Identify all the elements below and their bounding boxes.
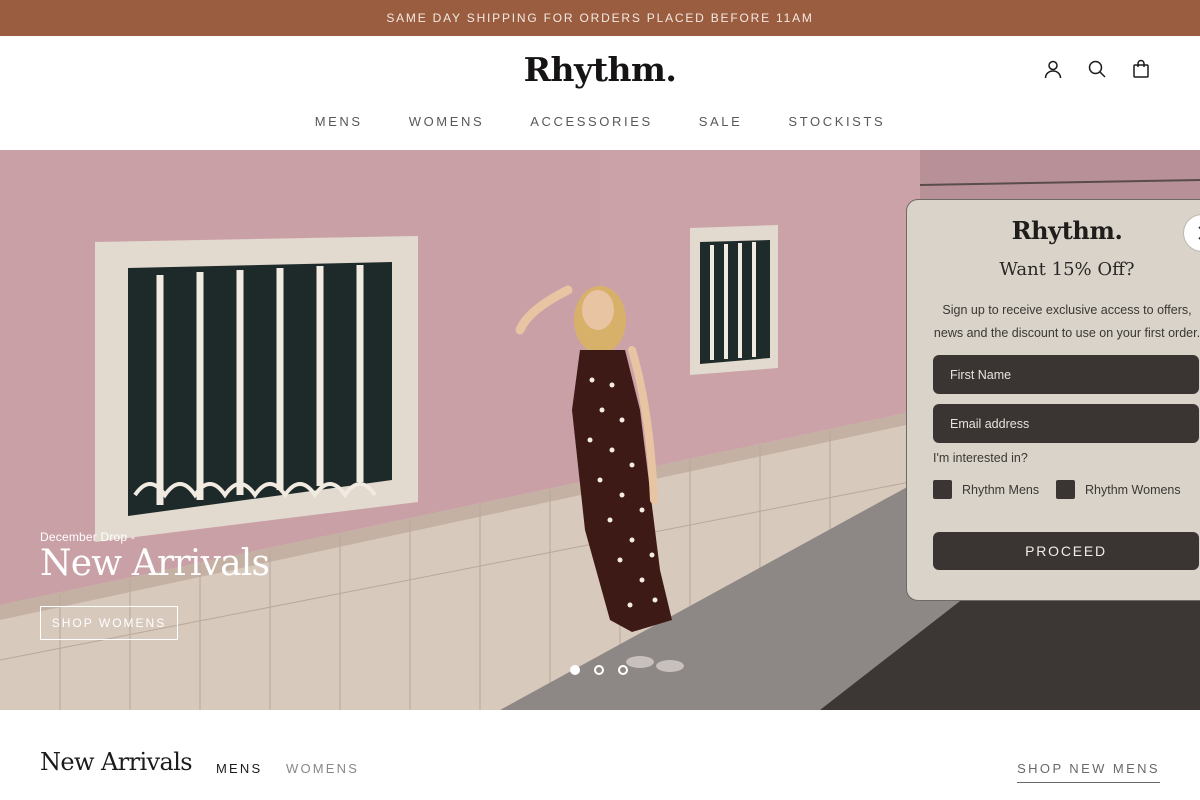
site-logo[interactable]: Rhythm. [0, 50, 1200, 89]
main-nav: MENS WOMENS ACCESSORIES SALE STOCKISTS [0, 114, 1200, 129]
shop-womens-button[interactable]: SHOP WOMENS [40, 606, 178, 640]
nav-item-sale[interactable]: SALE [699, 114, 743, 129]
nav-item-accessories[interactable]: ACCESSORIES [530, 114, 653, 129]
slide-dot-3[interactable] [618, 665, 628, 675]
tab-mens[interactable]: MENS [216, 761, 262, 776]
announcement-text: SAME DAY SHIPPING FOR ORDERS PLACED BEFO… [386, 11, 814, 25]
checkbox-label: Rhythm Mens [962, 482, 1040, 497]
section-title: New Arrivals [40, 748, 193, 776]
announcement-bar: SAME DAY SHIPPING FOR ORDERS PLACED BEFO… [0, 0, 1200, 36]
popup-heading: Want 15% Off? [999, 259, 1135, 280]
hero-subtitle: December Drop - [40, 530, 136, 544]
account-icon[interactable] [1042, 58, 1064, 80]
checkbox-rhythm-mens[interactable]: Rhythm Mens [933, 480, 1039, 499]
bag-icon[interactable] [1130, 58, 1152, 80]
signup-popup: Rhythm. Want 15% Off? Sign up to receive… [906, 199, 1200, 601]
new-arrivals-section: New Arrivals MENS WOMENS SHOP NEW MENS [0, 710, 1200, 800]
email-field[interactable]: Email address [933, 404, 1199, 443]
slide-dot-2[interactable] [594, 665, 604, 675]
slider-dots [570, 665, 628, 675]
shop-new-mens-link[interactable]: SHOP NEW MENS [1017, 761, 1160, 783]
search-icon[interactable] [1086, 58, 1108, 80]
tab-womens[interactable]: WOMENS [286, 761, 359, 776]
popup-description: Sign up to receive exclusive access to o… [933, 303, 1200, 340]
checkbox-box[interactable] [1056, 480, 1075, 499]
checkbox-rhythm-womens[interactable]: Rhythm Womens [1056, 480, 1181, 499]
site-header: Rhythm. MENS WOMENS ACCESSORIES SALE STO… [0, 36, 1200, 150]
nav-item-womens[interactable]: WOMENS [409, 114, 485, 129]
nav-item-mens[interactable]: MENS [315, 114, 363, 129]
nav-item-stockists[interactable]: STOCKISTS [788, 114, 885, 129]
close-icon [1198, 226, 1200, 240]
popup-logo: Rhythm. [1011, 216, 1123, 245]
first-name-field[interactable]: First Name [933, 355, 1199, 394]
interest-question: I'm interested in? [933, 451, 1028, 465]
proceed-button[interactable]: PROCEED [933, 532, 1199, 570]
checkbox-label: Rhythm Womens [1085, 482, 1181, 497]
hero-title: New Arrivals [40, 543, 270, 584]
checkbox-box[interactable] [933, 480, 952, 499]
slide-dot-1[interactable] [570, 665, 580, 675]
header-icons [1042, 58, 1152, 80]
